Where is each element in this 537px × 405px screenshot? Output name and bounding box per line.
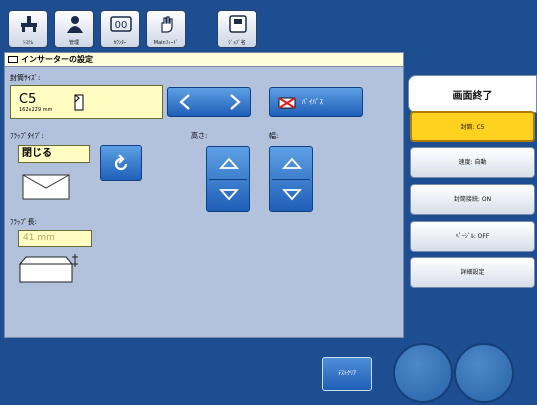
admin-user-icon <box>67 16 83 33</box>
toolbar-admin-label: 管理 <box>68 40 79 46</box>
hand-feed-icon <box>161 16 173 33</box>
round-button-left[interactable] <box>393 343 453 403</box>
width-stepper[interactable] <box>269 146 313 212</box>
svg-text:00: 00 <box>115 20 128 31</box>
envelope-orientation-icon <box>74 94 84 111</box>
test-clear-button[interactable]: ﾃｽﾄｸﾘｱ <box>322 357 372 391</box>
flap-length-label: ﾌﾗｯﾌﾟ長: <box>10 218 37 226</box>
flap-type-field[interactable]: 閉じる <box>18 145 90 163</box>
page-setting-button[interactable]: ﾍﾟｰｼﾞﾙ: OFF <box>410 221 535 252</box>
bypass-envelope-icon <box>278 97 296 109</box>
system-icon <box>21 16 37 32</box>
height-stepper-divider <box>209 179 247 180</box>
width-down-icon[interactable] <box>282 189 302 201</box>
envelope-connect-button[interactable]: 封筒接続: ON <box>410 184 535 215</box>
width-label: 幅: <box>269 132 279 140</box>
toolbar-counter-button[interactable]: 00 ｶｳﾝﾀｰ <box>100 10 140 48</box>
flap-type-toggle-button[interactable] <box>100 145 142 181</box>
envelope-icon <box>8 56 18 63</box>
envelope-size-selector[interactable] <box>167 87 251 117</box>
bypass-button[interactable]: ﾊﾞｲﾊﾟｽ <box>269 87 363 117</box>
flap-length-diagram-icon <box>18 254 78 283</box>
closed-flap-envelope-icon <box>22 174 70 200</box>
envelope-size-dims: 162x229 mm <box>19 107 53 113</box>
toolbar-system-label: ｼｽﾃﾑ <box>22 40 33 46</box>
height-down-icon[interactable] <box>219 189 239 201</box>
toolbar-job-label: ｼﾞｮﾌﾞ名 <box>228 40 246 46</box>
toolbar-admin-button[interactable]: 管理 <box>54 10 94 48</box>
envelope-size-value: C5 <box>19 92 37 107</box>
toolbar-system-button[interactable]: ｼｽﾃﾑ <box>8 10 48 48</box>
toolbar-hand-feed-button[interactable]: Mainﾌｨｰﾄﾞ <box>146 10 186 48</box>
toolbar-job-button[interactable]: ｼﾞｮﾌﾞ名 <box>217 10 257 48</box>
flap-type-label: ﾌﾗｯﾌﾟﾀｲﾌﾟ: <box>10 132 44 140</box>
counter-icon: 00 <box>110 16 132 32</box>
advanced-settings-button[interactable]: 詳細設定 <box>410 257 535 288</box>
toolbar-counter-label: ｶｳﾝﾀｰ <box>113 40 127 46</box>
job-icon <box>229 15 247 33</box>
rotate-icon <box>114 154 128 171</box>
height-up-icon[interactable] <box>219 157 239 169</box>
exit-screen-label: 画面終了 <box>452 91 493 102</box>
height-stepper[interactable] <box>206 146 250 212</box>
width-stepper-divider <box>272 179 310 180</box>
arrow-left-icon[interactable] <box>178 94 192 110</box>
arrow-right-icon[interactable] <box>228 94 242 110</box>
envelope-size-field[interactable]: C5 162x229 mm <box>10 85 163 119</box>
flap-length-field[interactable]: 41 mm <box>18 230 92 247</box>
exit-screen-button[interactable]: 画面終了 <box>408 75 537 113</box>
width-up-icon[interactable] <box>282 157 302 169</box>
height-label: 高さ: <box>191 132 208 140</box>
speed-setting-button[interactable]: 速度: 自動 <box>410 147 535 178</box>
bypass-label: ﾊﾞｲﾊﾟｽ <box>302 98 323 106</box>
panel-title-bar: インサーターの設定 <box>5 53 403 67</box>
inserter-settings-panel: インサーターの設定 封筒ｻｲｽﾞ: C5 162x229 mm ﾊﾞｲﾊﾟｽ ﾌ… <box>4 52 404 338</box>
envelope-size-label: 封筒ｻｲｽﾞ: <box>10 74 41 82</box>
envelope-setting-button[interactable]: 封筒: C5 <box>410 111 535 142</box>
panel-title: インサーターの設定 <box>21 55 93 64</box>
round-button-right[interactable] <box>454 343 514 403</box>
toolbar-hand-feed-label: Mainﾌｨｰﾄﾞ <box>153 40 179 46</box>
